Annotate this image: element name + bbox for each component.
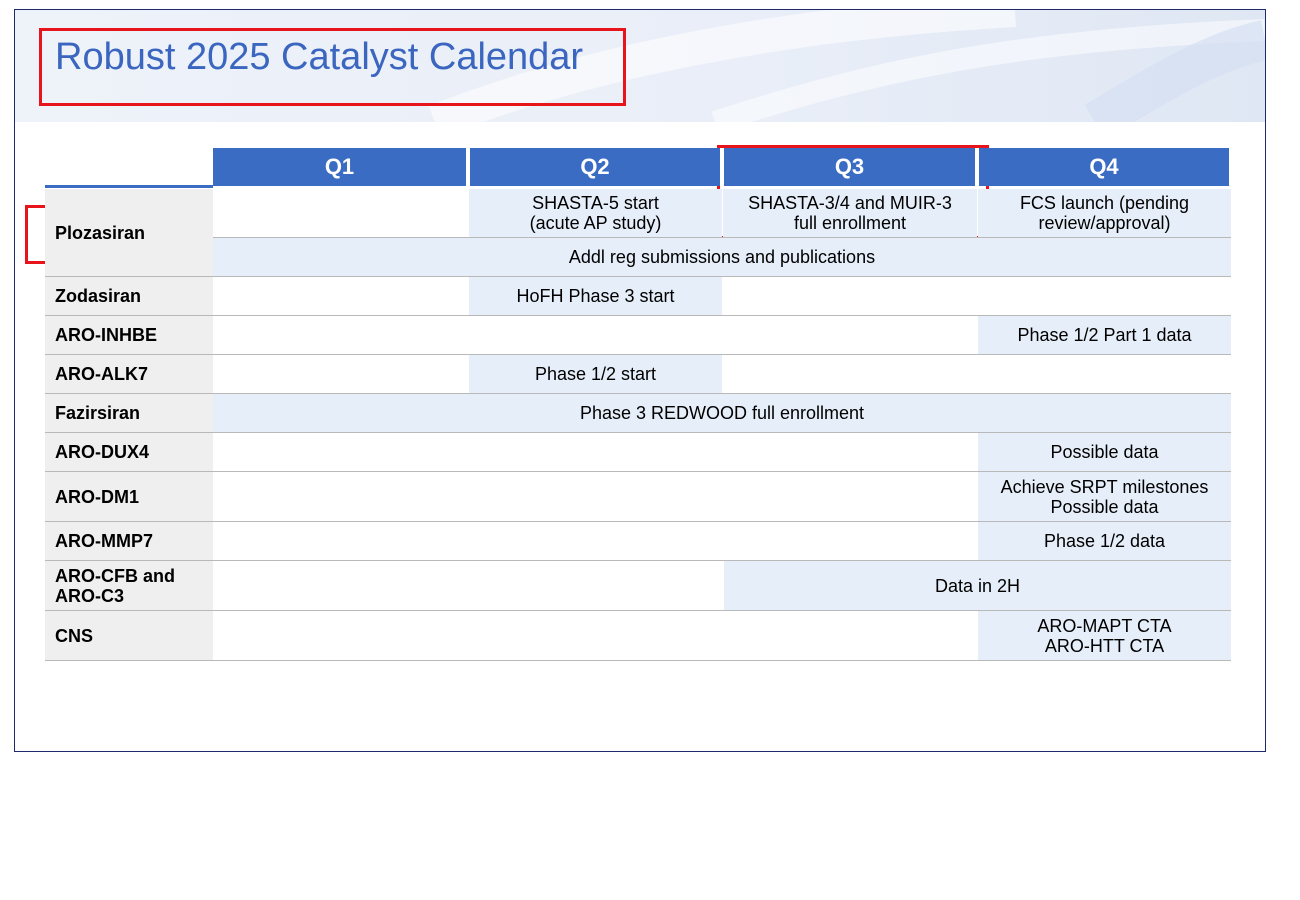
quarter-header-q4: Q4 (979, 148, 1229, 186)
event-cell: Phase 1/2 Part 1 data (978, 316, 1231, 354)
row-divider (45, 471, 1231, 472)
row-divider (45, 560, 1231, 561)
row-name: ARO-DUX4 (55, 442, 150, 462)
row-divider (45, 660, 1231, 661)
row-name: ARO-ALK7 (55, 364, 148, 384)
row-divider (45, 393, 1231, 394)
title-highlight-box (39, 28, 626, 106)
row-divider (45, 354, 1231, 355)
row-name: ARO-DM1 (55, 486, 139, 507)
quarter-header-q3: Q3 (724, 148, 975, 186)
row-name: ARO-MMP7 (55, 531, 153, 551)
row-name: Plozasiran (55, 222, 146, 243)
event-cell: SHASTA-3/4 and MUIR-3 full enrollment (723, 189, 977, 237)
event-cell: Phase 1/2 start (469, 355, 722, 393)
event-cell: Possible data (978, 433, 1231, 471)
row-name: Fazirsiran (55, 403, 141, 423)
event-cell: Achieve SRPT milestones Possible data (978, 472, 1231, 521)
row-name: CNS (55, 625, 94, 646)
event-cell: Data in 2H (724, 561, 1231, 610)
event-cell: FCS launch (pending review/approval) (978, 189, 1231, 237)
event-cell: SHASTA-5 start (acute AP study) (469, 189, 722, 237)
event-cell: Phase 3 REDWOOD full enrollment (213, 394, 1231, 432)
event-cell: Addl reg submissions and publications (213, 238, 1231, 276)
row-divider (45, 315, 1231, 316)
row-divider (45, 610, 1231, 611)
event-cell: Phase 1/2 data (978, 522, 1231, 560)
row-divider (45, 432, 1231, 433)
event-cell: HoFH Phase 3 start (469, 277, 722, 315)
row-divider (213, 237, 1231, 238)
row-name: ARO-INHBE (55, 325, 157, 345)
quarter-header-q1: Q1 (213, 148, 466, 186)
header-underline (45, 185, 213, 188)
quarter-header-q2: Q2 (470, 148, 720, 186)
row-divider (45, 521, 1231, 522)
row-divider (45, 276, 1231, 277)
row-name: Zodasiran (55, 286, 142, 306)
row-name: ARO-CFB and ARO-C3 (55, 565, 175, 606)
event-cell: ARO-MAPT CTA ARO-HTT CTA (978, 611, 1231, 660)
